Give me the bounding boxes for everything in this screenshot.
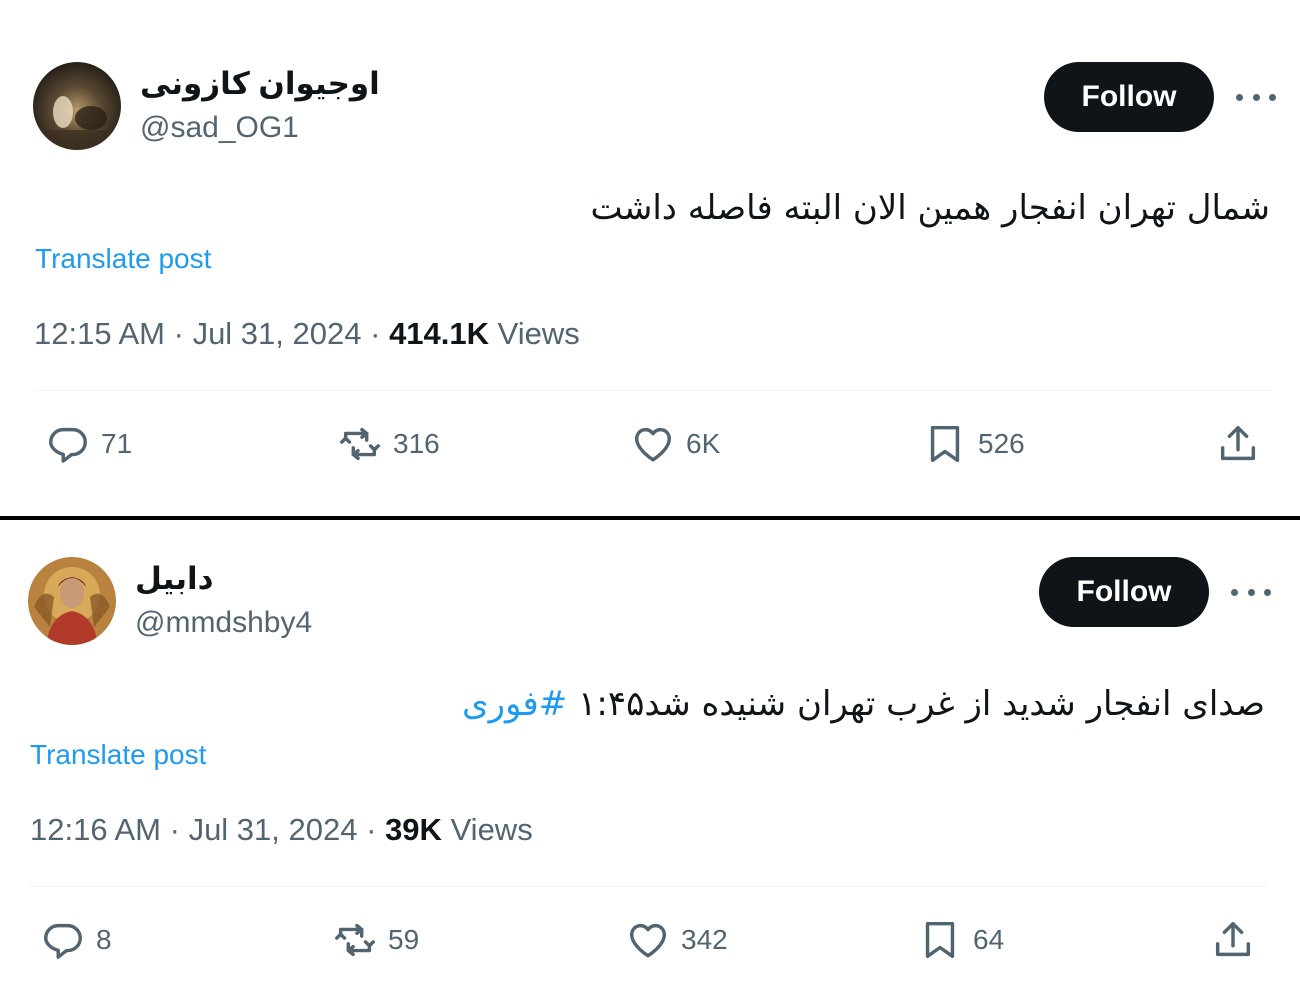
- follow-button[interactable]: Follow: [1039, 557, 1209, 627]
- like-button[interactable]: 6K: [630, 419, 720, 469]
- more-icon[interactable]: [1236, 82, 1276, 112]
- repost-icon: [335, 923, 375, 957]
- more-icon[interactable]: [1231, 577, 1271, 607]
- share-icon[interactable]: [1210, 917, 1256, 963]
- reply-button[interactable]: 71: [45, 419, 132, 469]
- post-body: صدای انفجار شدید از غرب تهران شنیده شد۱:…: [567, 684, 1265, 724]
- display-name[interactable]: اوجیوان کازونی: [140, 66, 380, 102]
- bookmark-count: 64: [973, 924, 1005, 955]
- avatar[interactable]: [28, 557, 116, 645]
- repost-icon: [340, 427, 380, 461]
- translate-post-link[interactable]: Translate post: [35, 243, 211, 275]
- repost-button[interactable]: 316: [337, 419, 440, 469]
- reply-count: 8: [96, 924, 112, 955]
- heart-icon: [634, 427, 672, 462]
- bookmark-button[interactable]: 526: [922, 419, 1025, 469]
- heart-icon: [629, 923, 667, 958]
- bookmark-button[interactable]: 64: [917, 915, 1004, 965]
- post-body: شمال تهران انفجار همین الان البته فاصله …: [590, 188, 1270, 228]
- avatar[interactable]: [33, 62, 121, 150]
- like-button[interactable]: 342: [625, 915, 728, 965]
- separator: ·: [366, 812, 377, 847]
- repost-button[interactable]: 59: [332, 915, 419, 965]
- screenshot-divider: [0, 516, 1300, 520]
- like-count: 6K: [686, 428, 721, 459]
- views-label: Views: [497, 316, 580, 351]
- reply-icon: [49, 427, 87, 463]
- separator: ·: [370, 316, 381, 351]
- display-name[interactable]: دابیل: [135, 561, 214, 597]
- post-date[interactable]: Jul 31, 2024: [189, 812, 358, 847]
- separator: ·: [169, 812, 180, 847]
- user-handle[interactable]: @sad_OG1: [140, 111, 299, 145]
- post-time[interactable]: 12:15 AM: [34, 316, 165, 351]
- views-count: 39K: [385, 812, 442, 847]
- repost-count: 316: [393, 428, 440, 459]
- reply-count: 71: [101, 428, 133, 459]
- post-time[interactable]: 12:16 AM: [30, 812, 161, 847]
- bookmark-icon: [930, 425, 960, 463]
- divider: [29, 886, 1267, 887]
- like-count: 342: [681, 924, 728, 955]
- post-text: شمال تهران انفجار همین الان البته فاصله …: [590, 188, 1270, 228]
- reply-button[interactable]: 8: [40, 915, 112, 965]
- separator: ·: [173, 316, 184, 351]
- bookmark-count: 526: [978, 428, 1025, 459]
- views-count: 414.1K: [389, 316, 490, 351]
- share-icon[interactable]: [1215, 421, 1261, 467]
- views-label: Views: [450, 812, 533, 847]
- tweet-card: اوجیوان کازونی @sad_OG1 Follow شمال تهرا…: [0, 0, 1300, 516]
- repost-count: 59: [388, 924, 420, 955]
- reply-icon: [44, 923, 82, 959]
- post-text: صدای انفجار شدید از غرب تهران شنیده شد۱:…: [462, 684, 1265, 724]
- post-meta: 12:16 AM · Jul 31, 2024 · 39K Views: [30, 812, 533, 848]
- translate-post-link[interactable]: Translate post: [30, 739, 206, 771]
- divider: [34, 390, 1272, 391]
- post-meta: 12:15 AM · Jul 31, 2024 · 414.1K Views: [34, 316, 580, 352]
- bookmark-icon: [925, 921, 955, 959]
- tweet-card: دابیل @mmdshby4 Follow صدای انفجار شدید …: [0, 521, 1300, 988]
- user-handle[interactable]: @mmdshby4: [135, 606, 312, 640]
- post-date[interactable]: Jul 31, 2024: [193, 316, 362, 351]
- follow-button[interactable]: Follow: [1044, 62, 1214, 132]
- hashtag-link[interactable]: #فوری: [462, 684, 567, 724]
